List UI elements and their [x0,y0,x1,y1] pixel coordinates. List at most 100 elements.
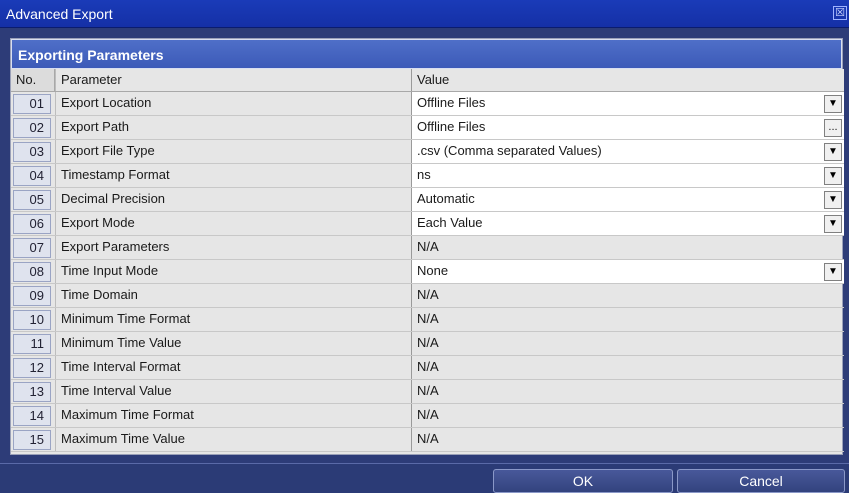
parameter-value-text: .csv (Comma separated Values) [417,143,602,158]
row-number: 03 [13,142,51,162]
title-bar: Advanced Export ☒ [0,0,849,28]
parameter-name: Time Input Mode [55,260,411,283]
table-row[interactable]: 12 Time Interval Format N/A [11,356,844,380]
cancel-button[interactable]: Cancel [677,469,845,493]
chevron-down-icon[interactable]: ▼ [824,215,842,233]
parameter-name: Maximum Time Value [55,428,411,451]
row-number-cell: 09 [11,284,55,307]
parameter-value: N/A [411,236,844,259]
parameter-value-text: N/A [417,383,439,398]
parameter-value-field[interactable]: Offline Files ▼ [411,92,844,115]
table-row[interactable]: 04 Timestamp Format ns ▼ [11,164,844,188]
table-row[interactable]: 13 Time Interval Value N/A [11,380,844,404]
row-number-cell: 04 [11,164,55,187]
parameter-value: N/A [411,332,844,355]
table-row[interactable]: 08 Time Input Mode None ▼ [11,260,844,284]
advanced-export-window: Advanced Export ☒ Exporting Parameters N… [0,0,849,493]
parameter-value-text: ns [417,167,431,182]
table-row[interactable]: 10 Minimum Time Format N/A [11,308,844,332]
row-number-cell: 12 [11,356,55,379]
column-header-parameter[interactable]: Parameter [55,69,411,91]
row-number: 05 [13,190,51,210]
row-number: 02 [13,118,51,138]
parameter-value-text: N/A [417,335,439,350]
row-number-cell: 03 [11,140,55,163]
parameter-value-field[interactable]: Automatic ▼ [411,188,844,211]
parameter-name: Decimal Precision [55,188,411,211]
parameter-value-text: N/A [417,407,439,422]
close-icon[interactable]: ☒ [833,6,847,20]
table-row[interactable]: 03 Export File Type .csv (Comma separated … [11,140,844,164]
row-number: 10 [13,310,51,330]
chevron-down-icon[interactable]: ▼ [824,263,842,281]
parameter-name: Export Path [55,116,411,139]
parameter-name: Time Domain [55,284,411,307]
parameter-value-field[interactable]: Offline Files... [411,116,844,139]
ok-button[interactable]: OK [493,469,673,493]
table-row[interactable]: 15 Maximum Time Value N/A [11,428,844,452]
parameter-name: Export Location [55,92,411,115]
parameter-value: N/A [411,284,844,307]
parameter-name: Maximum Time Format [55,404,411,427]
parameter-value-field[interactable]: None ▼ [411,260,844,283]
parameter-value: N/A [411,428,844,451]
panel-header: Exporting Parameters [11,39,842,69]
row-number: 09 [13,286,51,306]
parameter-name: Minimum Time Value [55,332,411,355]
parameter-name: Time Interval Format [55,356,411,379]
row-number: 11 [13,334,51,354]
parameter-value-field[interactable]: ns ▼ [411,164,844,187]
column-header-no[interactable]: No. [11,69,55,91]
row-number-cell: 11 [11,332,55,355]
row-number-cell: 13 [11,380,55,403]
parameter-value: N/A [411,404,844,427]
parameter-name: Export File Type [55,140,411,163]
parameter-value-text: N/A [417,287,439,302]
parameter-value-text: N/A [417,239,439,254]
row-number: 08 [13,262,51,282]
table-row[interactable]: 01 Export Location Offline Files ▼ [11,92,844,116]
parameter-value-text: Offline Files [417,119,486,134]
row-number: 01 [13,94,51,114]
table-row[interactable]: 06 Export Mode Each Value ▼ [11,212,844,236]
parameter-value-text: Each Value [417,215,483,230]
row-number-cell: 10 [11,308,55,331]
exporting-parameters-panel: Exporting Parameters No. Parameter Value… [10,38,844,455]
ellipsis-icon[interactable]: ... [824,119,842,137]
chevron-down-icon[interactable]: ▼ [824,167,842,185]
row-number: 15 [13,430,51,450]
parameter-value-field[interactable]: Each Value ▼ [411,212,844,235]
row-number: 04 [13,166,51,186]
parameter-value-text: N/A [417,359,439,374]
parameter-name: Timestamp Format [55,164,411,187]
parameter-value-text: N/A [417,311,439,326]
parameter-value: N/A [411,356,844,379]
row-number-cell: 14 [11,404,55,427]
row-number-cell: 15 [11,428,55,451]
parameter-value-text: N/A [417,431,439,446]
chevron-down-icon[interactable]: ▼ [824,143,842,161]
parameters-grid: No. Parameter Value 01 Export Location Off… [11,69,844,452]
parameter-value: N/A [411,380,844,403]
parameter-value-field[interactable]: .csv (Comma separated Values) ▼ [411,140,844,163]
row-number: 07 [13,238,51,258]
parameter-name: Time Interval Value [55,380,411,403]
table-row[interactable]: 05 Decimal Precision Automatic ▼ [11,188,844,212]
parameter-name: Export Mode [55,212,411,235]
grid-body: 01 Export Location Offline Files ▼ 02 Export … [11,92,844,452]
chevron-down-icon[interactable]: ▼ [824,191,842,209]
panel-title: Exporting Parameters [18,47,164,63]
row-number: 14 [13,406,51,426]
table-row[interactable]: 02 Export Path Offline Files... [11,116,844,140]
chevron-down-icon[interactable]: ▼ [824,95,842,113]
table-row[interactable]: 09 Time Domain N/A [11,284,844,308]
table-row[interactable]: 07 Export Parameters N/A [11,236,844,260]
row-number-cell: 02 [11,116,55,139]
row-number-cell: 01 [11,92,55,115]
window-title: Advanced Export [6,6,113,22]
table-row[interactable]: 14 Maximum Time Format N/A [11,404,844,428]
row-number-cell: 07 [11,236,55,259]
table-row[interactable]: 11 Minimum Time Value N/A [11,332,844,356]
column-header-value[interactable]: Value [411,69,844,91]
row-number: 12 [13,358,51,378]
